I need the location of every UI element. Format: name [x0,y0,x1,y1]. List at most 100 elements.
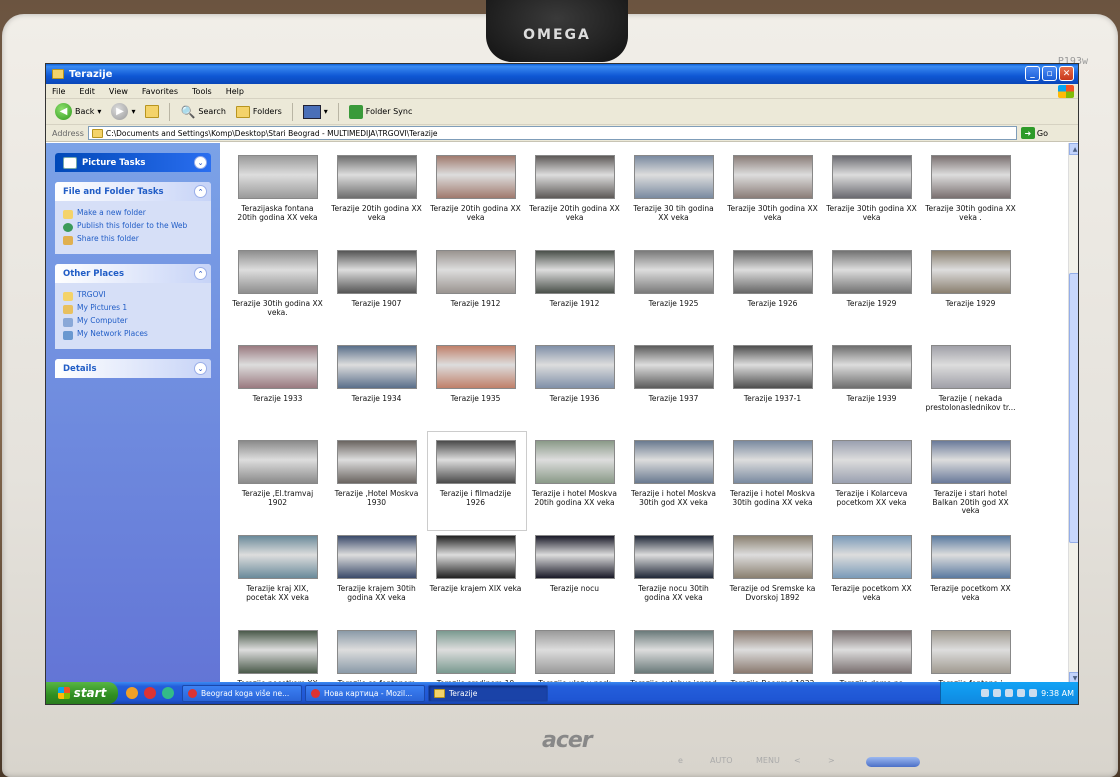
power-button[interactable] [866,757,920,767]
file-thumbnail-item[interactable]: Terazije 20tih godina XX veka [426,151,525,246]
details-header[interactable]: Details ⌄ [55,359,211,378]
file-name-label[interactable]: Terazije 30 tih godina XX veka [628,204,720,222]
file-name-label[interactable]: Terazije pocetkom XX veka [826,584,918,602]
photo-thumbnail[interactable] [336,345,417,389]
file-thumbnail-item[interactable]: Terazije sa fontanom [327,626,426,684]
photo-thumbnail[interactable] [930,345,1011,389]
file-thumbnail-item[interactable]: Terazije 20tih godina XX veka [327,151,426,246]
file-name-label[interactable]: Terazije od Sremske ka Dvorskoj 1892 [727,584,819,602]
file-thumbnail-item[interactable]: Terazije,autobus ispred [624,626,723,684]
tray-icon[interactable] [1005,689,1014,697]
menu-file[interactable]: File [52,87,65,96]
file-name-label[interactable]: Terazije 30tih godina XX veka . [925,204,1017,222]
file-thumbnail-item[interactable]: Terazije i filmadzije 1926 [426,431,527,531]
file-thumbnail-item[interactable]: Terazije i hotel Moskva 20tih godina XX … [525,436,624,531]
file-thumbnail-item[interactable]: Terazije,fontana i [921,626,1020,684]
photo-thumbnail[interactable] [435,345,516,389]
photo-thumbnail[interactable] [831,535,912,579]
file-thumbnail-item[interactable]: Terazije pocetkom XX veka [822,531,921,626]
file-name-label[interactable]: Terazije 1907 [331,299,423,309]
photo-thumbnail[interactable] [633,440,714,484]
taskbar-button-beograd[interactable]: Beograd koga više ne... [182,684,302,702]
volume-icon[interactable] [1029,689,1038,697]
monitor-control-auto[interactable]: AUTO [710,756,733,765]
share-folder-link[interactable]: Share this folder [63,234,203,245]
file-thumbnail-item[interactable]: Terazije 1933 [228,341,327,436]
file-thumbnail-item[interactable]: Terazije 30tih godina XX veka . [921,151,1020,246]
quick-launch-icon[interactable] [162,687,174,699]
file-name-label[interactable]: Terazije nocu 30tih godina XX veka [628,584,720,602]
photo-thumbnail[interactable] [930,535,1011,579]
file-thumbnail-item[interactable]: Terazije 1907 [327,246,426,341]
file-thumbnail-item[interactable]: Terazije ( nekada prestolonaslednikov tr… [921,341,1020,436]
scroll-up-icon[interactable]: ▲ [1069,143,1078,155]
photo-thumbnail[interactable] [237,250,318,294]
photo-thumbnail[interactable] [732,155,813,199]
back-button[interactable]: ◀ Back ▾ [52,101,104,123]
photo-thumbnail[interactable] [930,250,1011,294]
menu-edit[interactable]: Edit [79,87,95,96]
views-button[interactable]: ▾ [300,101,331,123]
monitor-control-left[interactable]: < [794,756,801,765]
close-button[interactable]: ✕ [1059,66,1074,81]
tray-icon[interactable] [993,689,1002,697]
photo-thumbnail[interactable] [930,155,1011,199]
file-name-label[interactable]: Terazije 1929 [925,299,1017,309]
file-thumbnail-item[interactable]: Terazije,dama na motoru [822,626,921,684]
file-folder-tasks-header[interactable]: File and Folder Tasks ⌃ [55,182,211,201]
file-name-label[interactable]: Terazije 1912 [529,299,621,309]
file-thumbnail-item[interactable]: Terazije nocu 30tih godina XX veka [624,531,723,626]
file-thumbnail-item[interactable]: Terazije i hotel Moskva 30tih godina XX … [723,436,822,531]
taskbar-button-mozilla[interactable]: Нова картица - Mozil... [305,684,425,702]
file-name-label[interactable]: Terazije 1935 [430,394,522,404]
photo-thumbnail[interactable] [831,155,912,199]
file-thumbnail-item[interactable]: Terazije 30tih godina XX veka. [228,246,327,341]
file-name-label[interactable]: Terazije 20tih godina XX veka [529,204,621,222]
photo-thumbnail[interactable] [732,535,813,579]
file-name-label[interactable]: Terazije 1933 [232,394,324,404]
file-name-label[interactable]: Terazije 1937-1 [727,394,819,404]
quick-launch-icon[interactable] [126,687,138,699]
photo-thumbnail[interactable] [732,440,813,484]
menu-help[interactable]: Help [226,87,244,96]
photo-thumbnail[interactable] [831,440,912,484]
place-my-network[interactable]: My Network Places [63,329,203,340]
photo-thumbnail[interactable] [435,155,516,199]
file-name-label[interactable]: Terazije 1937 [628,394,720,404]
file-name-label[interactable]: Terazije ( nekada prestolonaslednikov tr… [925,394,1017,412]
file-name-label[interactable]: Terazije 1929 [826,299,918,309]
chevron-down-icon[interactable]: ▾ [131,107,135,116]
place-my-computer[interactable]: My Computer [63,316,203,327]
file-name-label[interactable]: Terazije 30tih godina XX veka [826,204,918,222]
photo-thumbnail[interactable] [534,630,615,674]
publish-web-link[interactable]: Publish this folder to the Web [63,221,203,232]
chevron-up-icon[interactable]: ⌃ [194,267,207,280]
file-thumbnail-item[interactable]: Terazije nocu [525,531,624,626]
photo-thumbnail[interactable] [534,345,615,389]
file-thumbnail-item[interactable]: Terazije sredinom 19 [426,626,525,684]
photo-thumbnail[interactable] [633,630,714,674]
file-thumbnail-item[interactable]: Terazije 1939 [822,341,921,436]
photo-thumbnail[interactable] [930,630,1011,674]
file-thumbnail-item[interactable]: Terazije 1937-1 [723,341,822,436]
file-thumbnail-item[interactable]: Terazije i hotel Moskva 30tih god XX vek… [624,436,723,531]
file-thumbnail-item[interactable]: Terazije krajem XIX veka [426,531,525,626]
maximize-button[interactable]: ▫ [1042,66,1057,81]
browser-icon[interactable] [144,687,156,699]
photo-thumbnail[interactable] [336,155,417,199]
file-thumbnail-item[interactable]: Terazije 1912 [525,246,624,341]
chevron-down-icon[interactable]: ▾ [324,107,328,116]
monitor-control-e[interactable]: e [678,756,683,765]
search-button[interactable]: 🔍 Search [177,101,228,123]
file-thumbnail-item[interactable]: Terazije ulaz u park 1932 [525,626,624,684]
photo-thumbnail[interactable] [237,155,318,199]
photo-thumbnail[interactable] [336,535,417,579]
file-name-label[interactable]: Terazije nocu [529,584,621,594]
file-thumbnail-item[interactable]: Terazije ,El.tramvaj 1902 [228,436,327,531]
file-thumbnail-item[interactable]: Terazije 1912 [426,246,525,341]
file-thumbnail-item[interactable]: Terazije 30tih godina XX veka [723,151,822,246]
file-thumbnail-item[interactable]: Terazije 1937 [624,341,723,436]
photo-thumbnail[interactable] [831,250,912,294]
file-thumbnail-item[interactable]: Terazije 1929 [921,246,1020,341]
photo-thumbnail[interactable] [237,630,318,674]
